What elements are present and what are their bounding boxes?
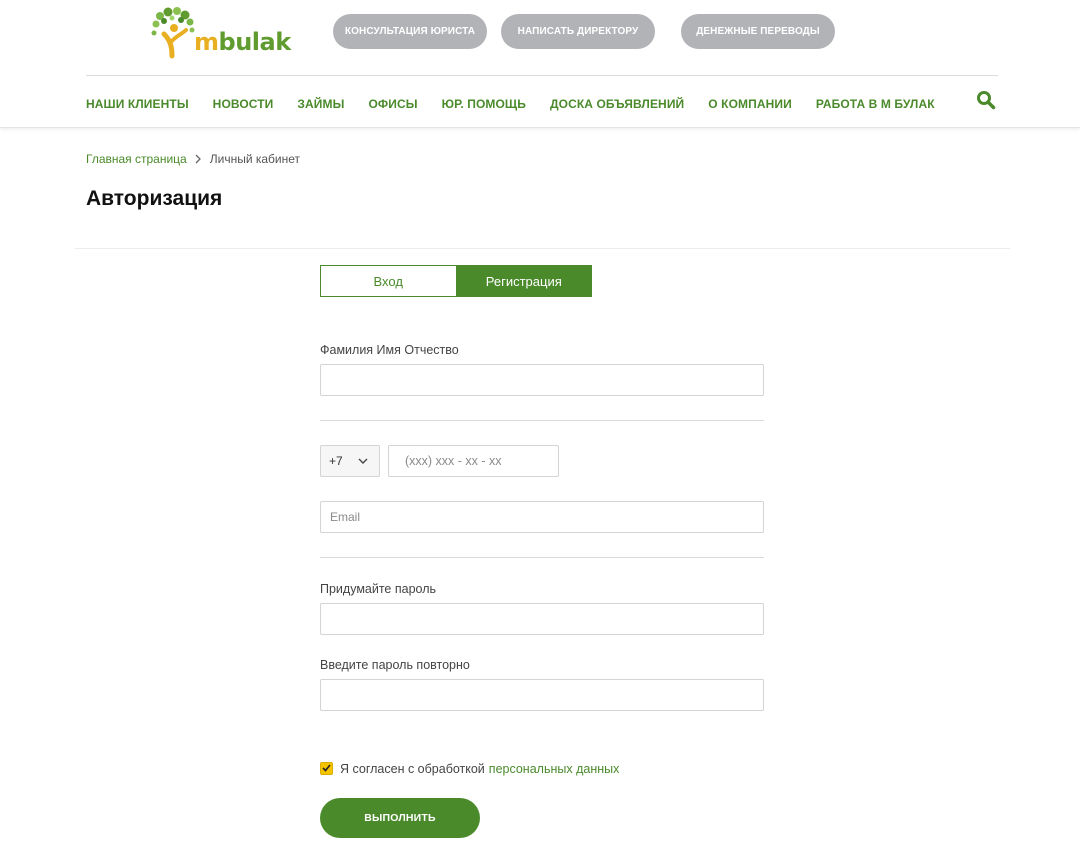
- submit-button[interactable]: Выполнить: [320, 798, 480, 838]
- site-header: mbulak Консультация юриста Написать дире…: [0, 0, 1080, 128]
- auth-tabs: Вход Регистрация: [320, 265, 592, 297]
- password-repeat-input[interactable]: [320, 679, 764, 711]
- search-icon: [977, 91, 996, 110]
- email-input[interactable]: [320, 501, 764, 533]
- check-icon: [322, 764, 331, 772]
- chevron-right-icon: [195, 154, 201, 164]
- password-label: Придумайте пароль: [320, 582, 437, 596]
- nav-item-offices[interactable]: Офисы: [368, 97, 417, 111]
- nav-item-loans[interactable]: Займы: [297, 97, 344, 111]
- breadcrumb-home-link[interactable]: Главная страница: [86, 152, 187, 166]
- form-divider: [320, 557, 764, 558]
- consult-lawyer-button[interactable]: Консультация юриста: [333, 14, 487, 49]
- header-divider: [86, 75, 998, 76]
- tab-login[interactable]: Вход: [320, 265, 456, 297]
- form-divider: [320, 420, 764, 421]
- password-input[interactable]: [320, 603, 764, 635]
- personal-data-link[interactable]: персональных данных: [489, 762, 620, 776]
- consent-checkbox[interactable]: [320, 761, 333, 775]
- password-repeat-label: Введите пароль повторно: [320, 658, 470, 672]
- nav-item-clients[interactable]: Наши клиенты: [86, 97, 189, 111]
- breadcrumb: Главная страница Личный кабинет: [86, 152, 300, 166]
- phone-input[interactable]: [388, 445, 559, 477]
- logo-text: mbulak: [194, 28, 291, 56]
- nav-item-legal-help[interactable]: Юр. помощь: [442, 97, 526, 111]
- tree-icon: [151, 7, 195, 59]
- tab-register[interactable]: Регистрация: [455, 265, 592, 297]
- search-button[interactable]: [976, 90, 996, 110]
- consent-text: Я согласен с обработкой: [340, 762, 485, 776]
- nav-item-board[interactable]: Доска объявлений: [550, 97, 684, 111]
- fullname-input[interactable]: [320, 364, 764, 396]
- nav-item-careers[interactable]: Работа в М Булак: [816, 97, 935, 111]
- phone-code-select[interactable]: +7: [320, 445, 380, 477]
- consent-row: Я согласен с обработкой персональных дан…: [320, 761, 620, 776]
- nav-item-news[interactable]: Новости: [213, 97, 274, 111]
- fullname-label: Фамилия Имя Отчество: [320, 343, 459, 357]
- logo[interactable]: mbulak: [150, 6, 291, 62]
- nav-item-about[interactable]: О компании: [708, 97, 792, 111]
- money-transfers-button[interactable]: Денежные переводы: [681, 14, 835, 49]
- chevron-down-icon: [358, 458, 368, 464]
- phone-code-value: +7: [329, 454, 343, 468]
- breadcrumb-current: Личный кабинет: [209, 152, 301, 166]
- title-divider: [75, 248, 1010, 249]
- page-title: Авторизация: [86, 187, 223, 210]
- main-nav: Наши клиенты Новости Займы Офисы Юр. пом…: [86, 97, 959, 111]
- write-director-button[interactable]: Написать директору: [501, 14, 655, 49]
